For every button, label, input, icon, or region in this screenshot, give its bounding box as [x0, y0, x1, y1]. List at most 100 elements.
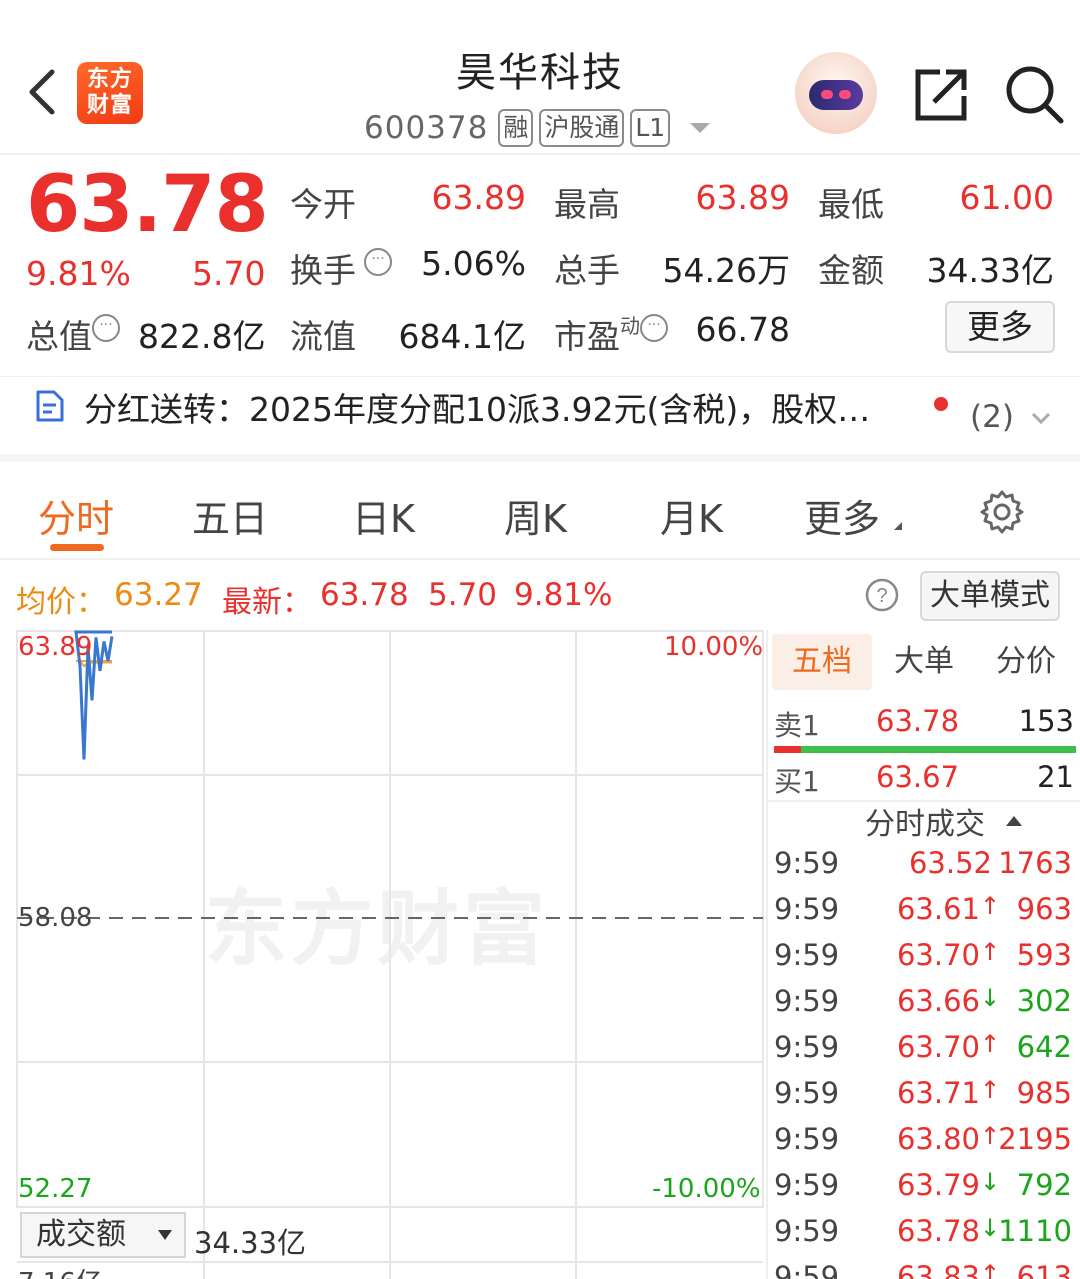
tick-volume: 593	[1016, 938, 1072, 972]
tick-price: 63.70	[896, 938, 980, 972]
stock-header: 东方 财富 昊华科技 600378 融 沪股通 L1	[0, 0, 1080, 155]
pe-value: 66.78	[695, 310, 790, 349]
volume-value: 54.26万	[662, 251, 790, 290]
tick-time: 9:59	[774, 846, 840, 880]
tick-time: 9:59	[774, 984, 840, 1018]
tab-big-order[interactable]: 大单	[874, 634, 974, 690]
total-mcap-value: 822.8亿	[138, 317, 266, 356]
sell1-label: 卖1	[774, 709, 820, 742]
latest-change-percent: 9.81%	[514, 577, 613, 613]
y-axis-mid-label: 58.08	[18, 903, 93, 933]
y-axis-right-top-label: 10.00%	[664, 632, 764, 662]
tick-price: 63.78	[896, 1214, 980, 1248]
chart-period-tabs: 分时 五日 日K 周K 月K 更多	[0, 470, 1080, 560]
order-book-tabs: 五档 大单 分价	[772, 634, 1076, 690]
search-icon[interactable]	[1004, 64, 1064, 124]
tick-time: 9:59	[774, 1076, 840, 1110]
tab-daily-k[interactable]: 日K	[352, 488, 415, 543]
svg-text:?: ?	[876, 585, 887, 607]
stock-sub-info[interactable]: 600378 融 沪股通 L1	[364, 108, 711, 148]
tick-price: 63.83	[896, 1260, 980, 1279]
current-price: 63.78	[26, 160, 269, 250]
change-amount: 5.70	[192, 254, 266, 293]
low-value: 61.00	[959, 178, 1054, 217]
notification-dot	[934, 397, 948, 411]
app-logo[interactable]: 东方 财富	[77, 62, 143, 124]
margin-tag: 融	[498, 109, 534, 147]
big-order-mode-button[interactable]: 大单模式	[920, 571, 1060, 621]
tick-time: 9:59	[774, 1214, 840, 1248]
avg-price-value: 63.27	[114, 577, 203, 613]
tab-price-distribution[interactable]: 分价	[976, 634, 1076, 690]
pe-label: 市盈动 ···	[554, 310, 668, 358]
tick-volume: 613	[1016, 1260, 1072, 1279]
collapse-arrow-icon[interactable]	[1006, 816, 1022, 826]
info-icon[interactable]: ···	[364, 248, 392, 276]
tab-monthly-k[interactable]: 月K	[660, 488, 723, 543]
assistant-robot-icon[interactable]	[795, 52, 877, 134]
y-axis-bottom-label: 52.27	[18, 1174, 93, 1204]
down-arrow-icon: ↓	[980, 1214, 1001, 1242]
help-icon[interactable]: ?	[864, 577, 900, 613]
down-arrow-icon: ↓	[980, 1168, 1001, 1196]
tick-time: 9:59	[774, 892, 840, 926]
price-summary-row: 均价： 63.27 最新： 63.78 5.70 9.81% ? 大单模式	[0, 565, 1080, 625]
volume-axis-label: 7.16亿	[18, 1262, 102, 1279]
order-book-panel: 五档 大单 分价 卖1 63.78 153 买1 63.67 21 分时成交 9…	[766, 630, 1080, 1279]
dividend-text: 分红送转：2025年度分配10派3.92元(含税)，股权…	[84, 390, 871, 429]
gear-icon[interactable]	[978, 488, 1026, 536]
float-mcap-value: 684.1亿	[398, 317, 526, 356]
select-arrow-icon	[158, 1230, 172, 1240]
up-arrow-icon: ↑	[980, 1260, 1001, 1279]
open-label: 今开	[290, 185, 356, 224]
turnover-label: 换手 ···	[290, 244, 392, 292]
logo-text-bottom: 财富	[86, 93, 133, 118]
active-tab-indicator	[50, 544, 104, 551]
back-arrow-icon[interactable]	[22, 66, 62, 118]
tab-more[interactable]: 更多	[804, 488, 880, 543]
tick-volume: 792	[1016, 1168, 1072, 1202]
sell1-price: 63.78	[876, 704, 960, 738]
more-button[interactable]: 更多	[945, 301, 1055, 353]
tab-five-level[interactable]: 五档	[772, 634, 872, 690]
document-icon	[36, 390, 64, 422]
tab-intraday[interactable]: 分时	[38, 488, 114, 543]
dropdown-triangle-icon[interactable]	[690, 123, 711, 133]
volume-amount-value: 34.33亿	[194, 1226, 307, 1260]
latest-price-value: 63.78	[320, 577, 409, 613]
stock-code: 600378	[364, 110, 489, 146]
tick-volume: 302	[1016, 984, 1072, 1018]
share-icon[interactable]	[912, 66, 970, 124]
tick-price: 63.61	[896, 892, 980, 926]
tick-price: 63.71	[896, 1076, 980, 1110]
sell-ratio-fill	[774, 746, 802, 753]
up-arrow-icon: ↑	[980, 1122, 1001, 1150]
total-mcap-label: 总值 ···	[26, 310, 120, 358]
tick-volume: 2195	[998, 1122, 1072, 1156]
y-axis-right-bottom-label: -10.00%	[652, 1174, 761, 1204]
tab-weekly-k[interactable]: 周K	[504, 488, 567, 543]
sell1-volume: 153	[1018, 704, 1074, 738]
high-value: 63.89	[695, 178, 790, 217]
tick-price: 63.52	[908, 846, 992, 880]
info-icon[interactable]: ···	[640, 314, 668, 342]
change-percent: 9.81%	[26, 254, 131, 293]
up-arrow-icon: ↑	[980, 892, 1001, 920]
tick-volume: 642	[1016, 1030, 1072, 1064]
tick-price: 63.79	[896, 1168, 980, 1202]
high-label: 最高	[554, 185, 620, 224]
dividend-banner[interactable]: 分红送转：2025年度分配10派3.92元(含税)，股权… (2)	[0, 376, 1080, 462]
tick-time: 9:59	[774, 1168, 840, 1202]
chevron-down-icon[interactable]	[1030, 407, 1052, 429]
tick-volume: 963	[1016, 892, 1072, 926]
stock-connect-tag: 沪股通	[539, 109, 625, 147]
turnover-value: 5.06%	[421, 244, 526, 283]
tick-time: 9:59	[774, 1122, 840, 1156]
tab-five-day[interactable]: 五日	[192, 488, 268, 543]
tick-time: 9:59	[774, 1030, 840, 1064]
info-icon[interactable]: ···	[92, 314, 120, 342]
ticks-header[interactable]: 分时成交	[768, 800, 1080, 846]
tick-volume: 1763	[998, 846, 1072, 880]
float-mcap-label: 流值	[290, 317, 356, 356]
open-value: 63.89	[431, 178, 526, 217]
